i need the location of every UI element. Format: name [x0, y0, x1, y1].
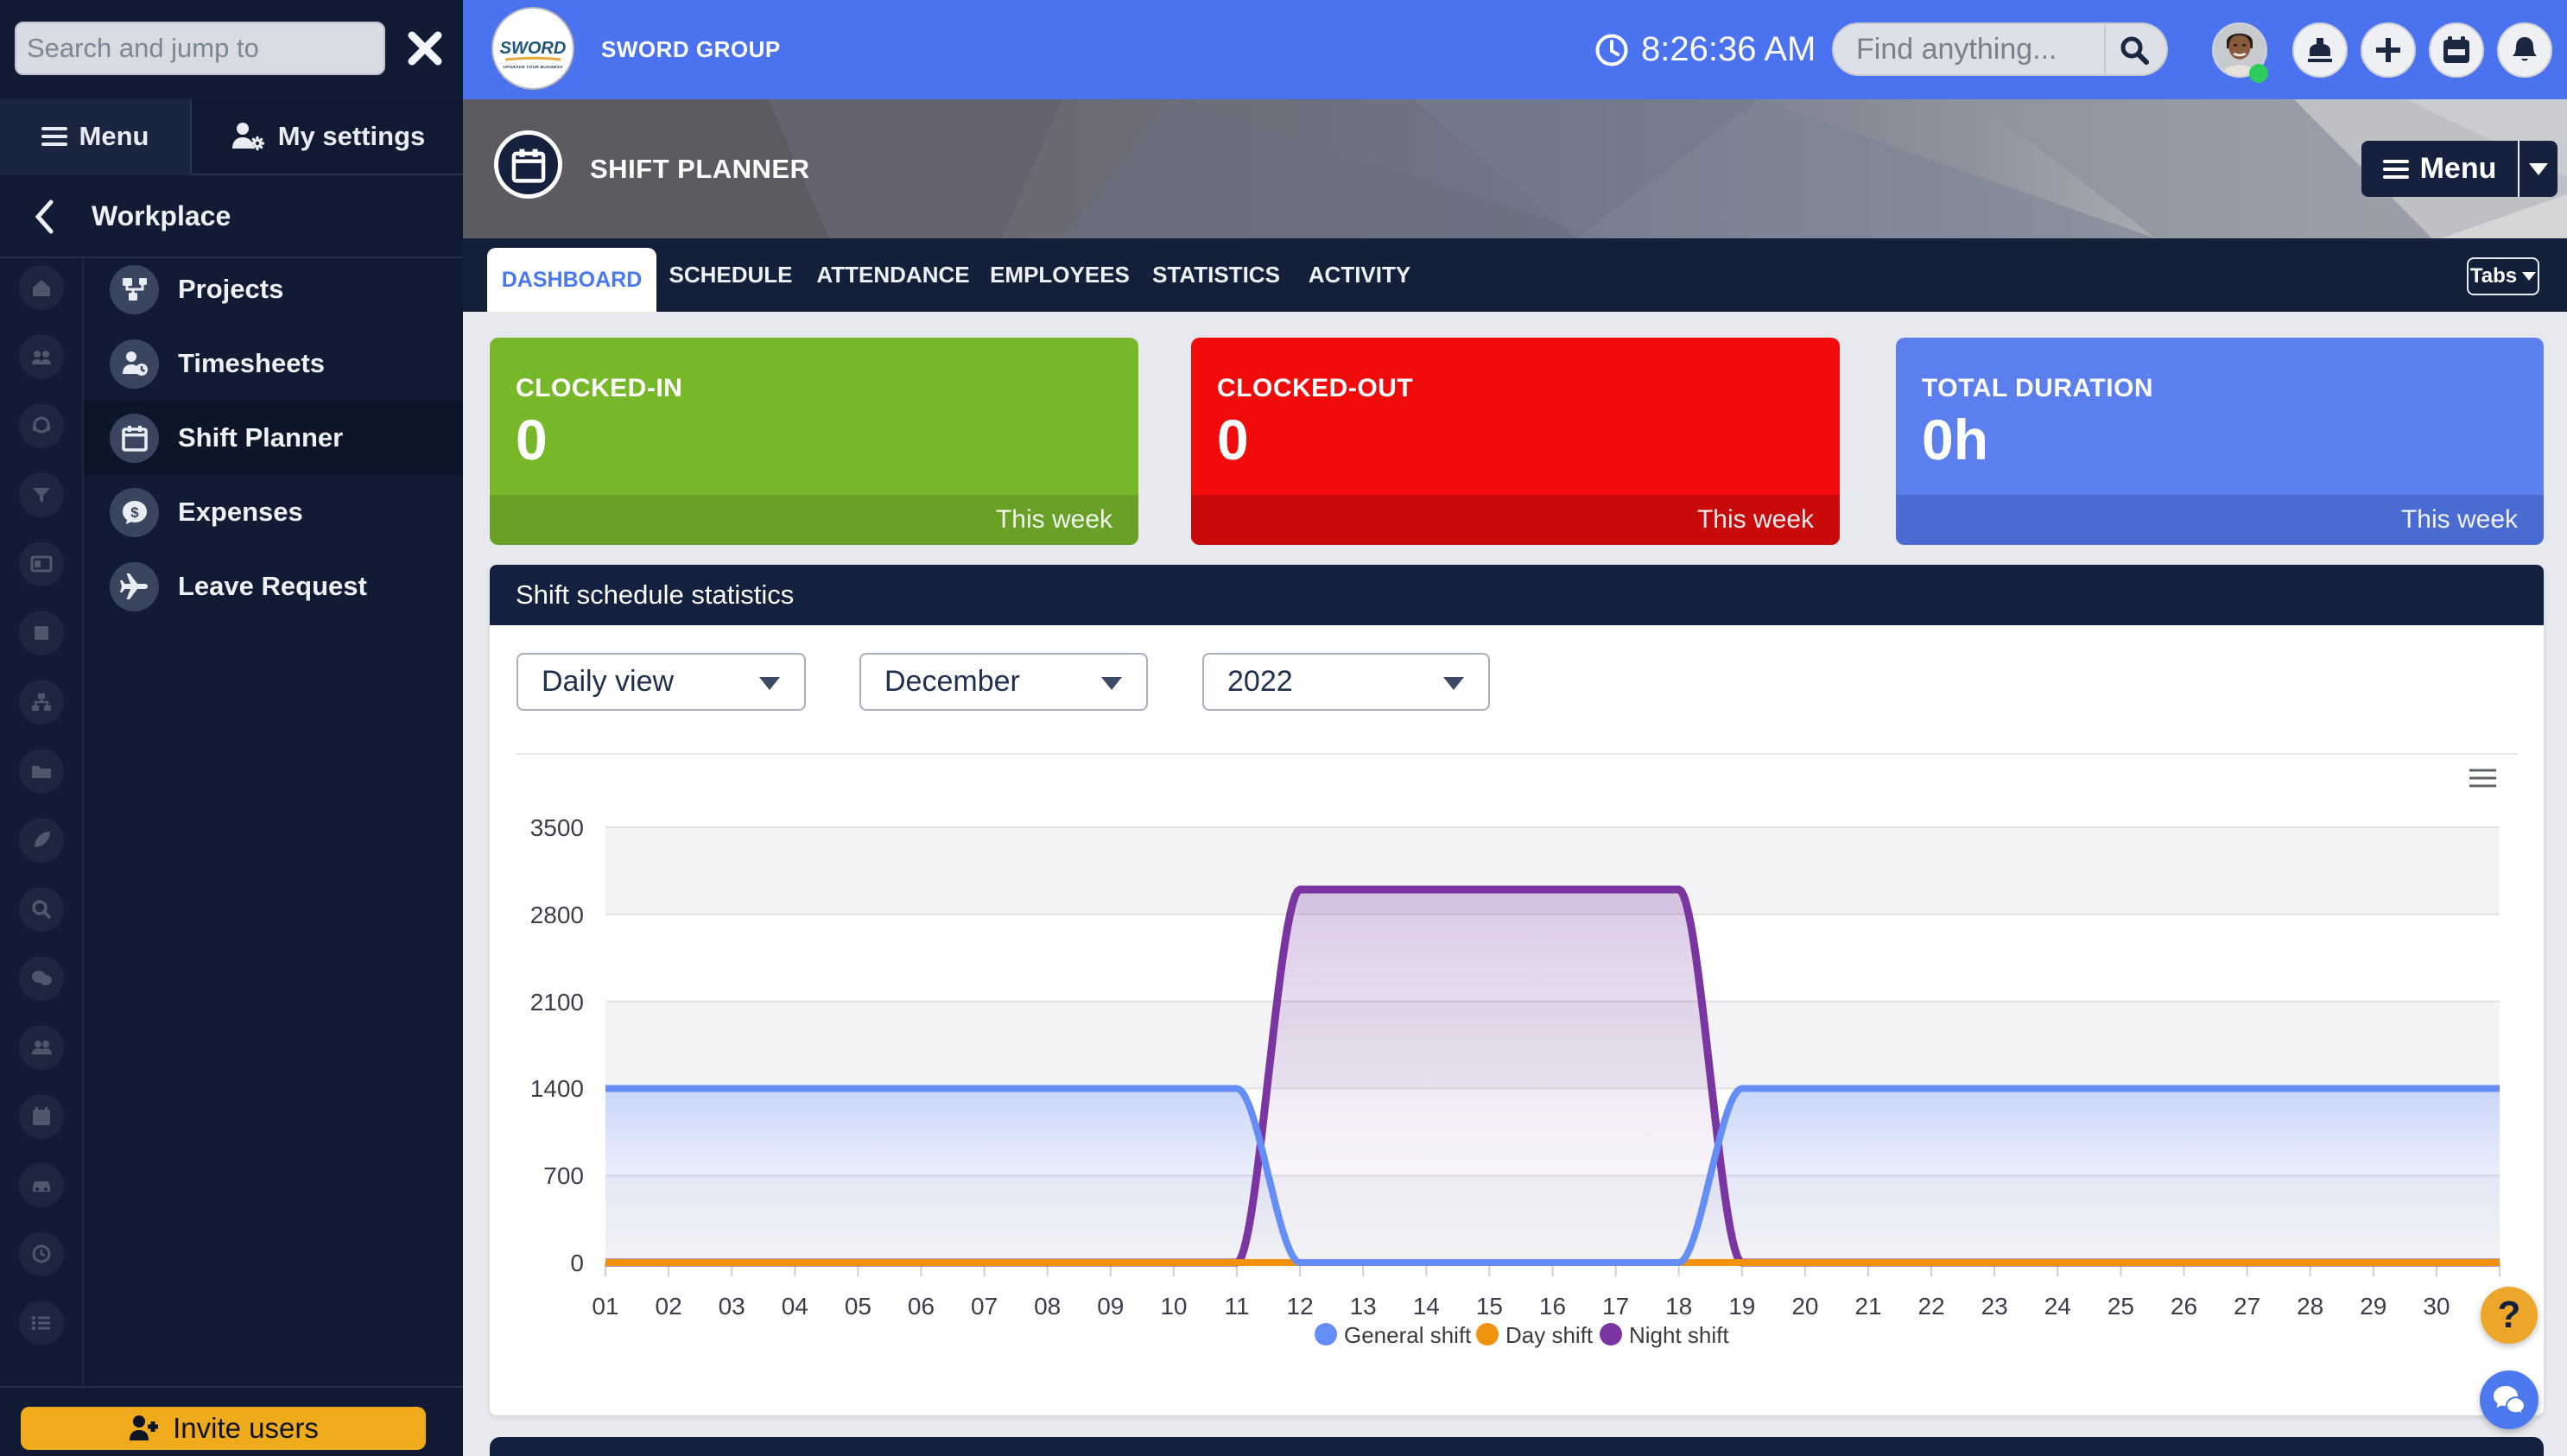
svg-text:08: 08 [1034, 1293, 1061, 1320]
svg-text:1400: 1400 [530, 1075, 584, 1102]
svg-text:UPGRADE YOUR BUSINESS: UPGRADE YOUR BUSINESS [503, 65, 563, 70]
svg-text:30: 30 [2423, 1293, 2450, 1320]
svg-text:SWORD: SWORD [500, 39, 567, 58]
svg-text:18: 18 [1665, 1293, 1692, 1320]
svg-text:29: 29 [2360, 1293, 2386, 1320]
svg-text:24: 24 [2044, 1293, 2071, 1320]
svg-text:03: 03 [719, 1293, 745, 1320]
svg-text:17: 17 [1602, 1293, 1629, 1320]
svg-text:02: 02 [656, 1293, 682, 1320]
svg-text:14: 14 [1413, 1293, 1440, 1320]
svg-text:25: 25 [2107, 1293, 2134, 1320]
svg-text:2100: 2100 [530, 989, 584, 1016]
svg-text:11: 11 [1224, 1293, 1249, 1320]
svg-text:01: 01 [592, 1293, 618, 1320]
svg-text:Night shift: Night shift [1629, 1322, 1729, 1348]
svg-text:16: 16 [1539, 1293, 1566, 1320]
svg-text:09: 09 [1097, 1293, 1124, 1320]
svg-text:700: 700 [543, 1162, 584, 1189]
svg-text:28: 28 [2297, 1293, 2323, 1320]
svg-text:General shift: General shift [1344, 1322, 1472, 1348]
svg-text:20: 20 [1791, 1293, 1818, 1320]
svg-text:07: 07 [971, 1293, 998, 1320]
svg-text:3500: 3500 [530, 814, 584, 841]
svg-text:10: 10 [1160, 1293, 1187, 1320]
svg-text:2800: 2800 [530, 902, 584, 928]
svg-text:27: 27 [2234, 1293, 2260, 1320]
svg-text:$: $ [130, 504, 139, 521]
svg-text:12: 12 [1287, 1293, 1314, 1320]
svg-text:04: 04 [782, 1293, 808, 1320]
svg-text:0: 0 [570, 1250, 584, 1276]
svg-text:21: 21 [1854, 1293, 1881, 1320]
svg-text:19: 19 [1728, 1293, 1755, 1320]
svg-text:15: 15 [1476, 1293, 1503, 1320]
svg-text:05: 05 [845, 1293, 872, 1320]
svg-text:23: 23 [1981, 1293, 2008, 1320]
svg-text:26: 26 [2171, 1293, 2197, 1320]
svg-text:22: 22 [1918, 1293, 1945, 1320]
svg-text:13: 13 [1350, 1293, 1377, 1320]
svg-text:Day shift: Day shift [1505, 1322, 1594, 1348]
svg-text:06: 06 [908, 1293, 935, 1320]
